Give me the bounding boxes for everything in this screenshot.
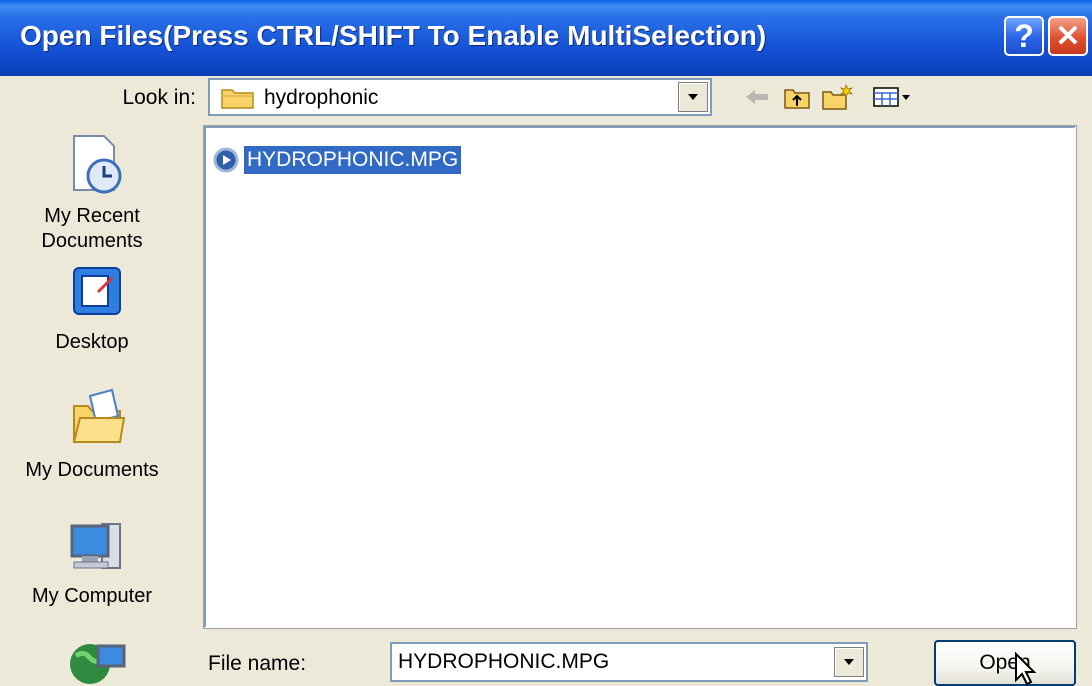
look-in-label: Look in:	[122, 86, 196, 109]
view-menu-icon	[873, 87, 910, 107]
file-name-label: File name:	[208, 652, 307, 675]
video-file-icon	[213, 147, 239, 173]
close-button[interactable]: ✕	[1048, 16, 1088, 56]
file-list[interactable]: HYDROPHONIC.MPG	[204, 126, 1076, 628]
my-documents-icon	[72, 388, 126, 443]
place-label: My Documents	[25, 459, 159, 481]
file-name-value: HYDROPHONIC.MPG	[398, 650, 610, 673]
up-folder-button[interactable]	[780, 82, 814, 112]
back-icon	[746, 90, 768, 104]
open-button[interactable]: Open	[934, 640, 1076, 686]
places-bar: My Recent Documents Desktop My Documents…	[4, 130, 180, 686]
back-button[interactable]	[740, 82, 774, 112]
file-name: HYDROPHONIC.MPG	[244, 146, 462, 174]
folder-icon	[221, 89, 254, 109]
look-in-combo[interactable]: hydrophonic	[208, 78, 712, 116]
place-my-recent-documents[interactable]: My Recent Documents	[4, 130, 180, 252]
place-my-documents[interactable]: My Documents	[4, 386, 180, 486]
my-computer-icon	[70, 523, 121, 569]
mouse-cursor-icon	[1015, 652, 1037, 686]
window-title: Open Files(Press CTRL/SHIFT To Enable Mu…	[20, 20, 767, 51]
up-folder-icon	[784, 89, 810, 109]
place-my-network-places[interactable]	[4, 638, 180, 686]
help-icon: ?	[1014, 17, 1034, 54]
place-desktop[interactable]: Desktop	[4, 264, 180, 360]
place-label: My Computer	[31, 585, 153, 607]
close-icon: ✕	[1055, 19, 1081, 53]
my-network-places-icon	[70, 644, 126, 684]
file-item[interactable]: HYDROPHONIC.MPG	[212, 144, 462, 176]
chevron-down-icon	[844, 659, 854, 665]
recent-documents-icon	[73, 135, 122, 194]
new-folder-button[interactable]	[820, 82, 854, 112]
desktop-icon	[73, 267, 121, 315]
look-in-dropdown-button[interactable]	[678, 82, 708, 112]
look-in-value: hydrophonic	[264, 86, 379, 109]
place-label: Desktop	[55, 331, 129, 353]
place-my-computer[interactable]: My Computer	[4, 516, 180, 616]
help-button[interactable]: ?	[1004, 16, 1044, 56]
title-bar: Open Files(Press CTRL/SHIFT To Enable Mu…	[0, 0, 1092, 76]
place-label: My Recent Documents	[41, 205, 143, 252]
file-name-dropdown-button[interactable]	[834, 647, 864, 677]
file-name-input[interactable]: HYDROPHONIC.MPG	[390, 642, 868, 682]
chevron-down-icon	[688, 94, 698, 100]
view-menu-button[interactable]	[870, 82, 914, 112]
new-folder-icon	[822, 83, 854, 110]
